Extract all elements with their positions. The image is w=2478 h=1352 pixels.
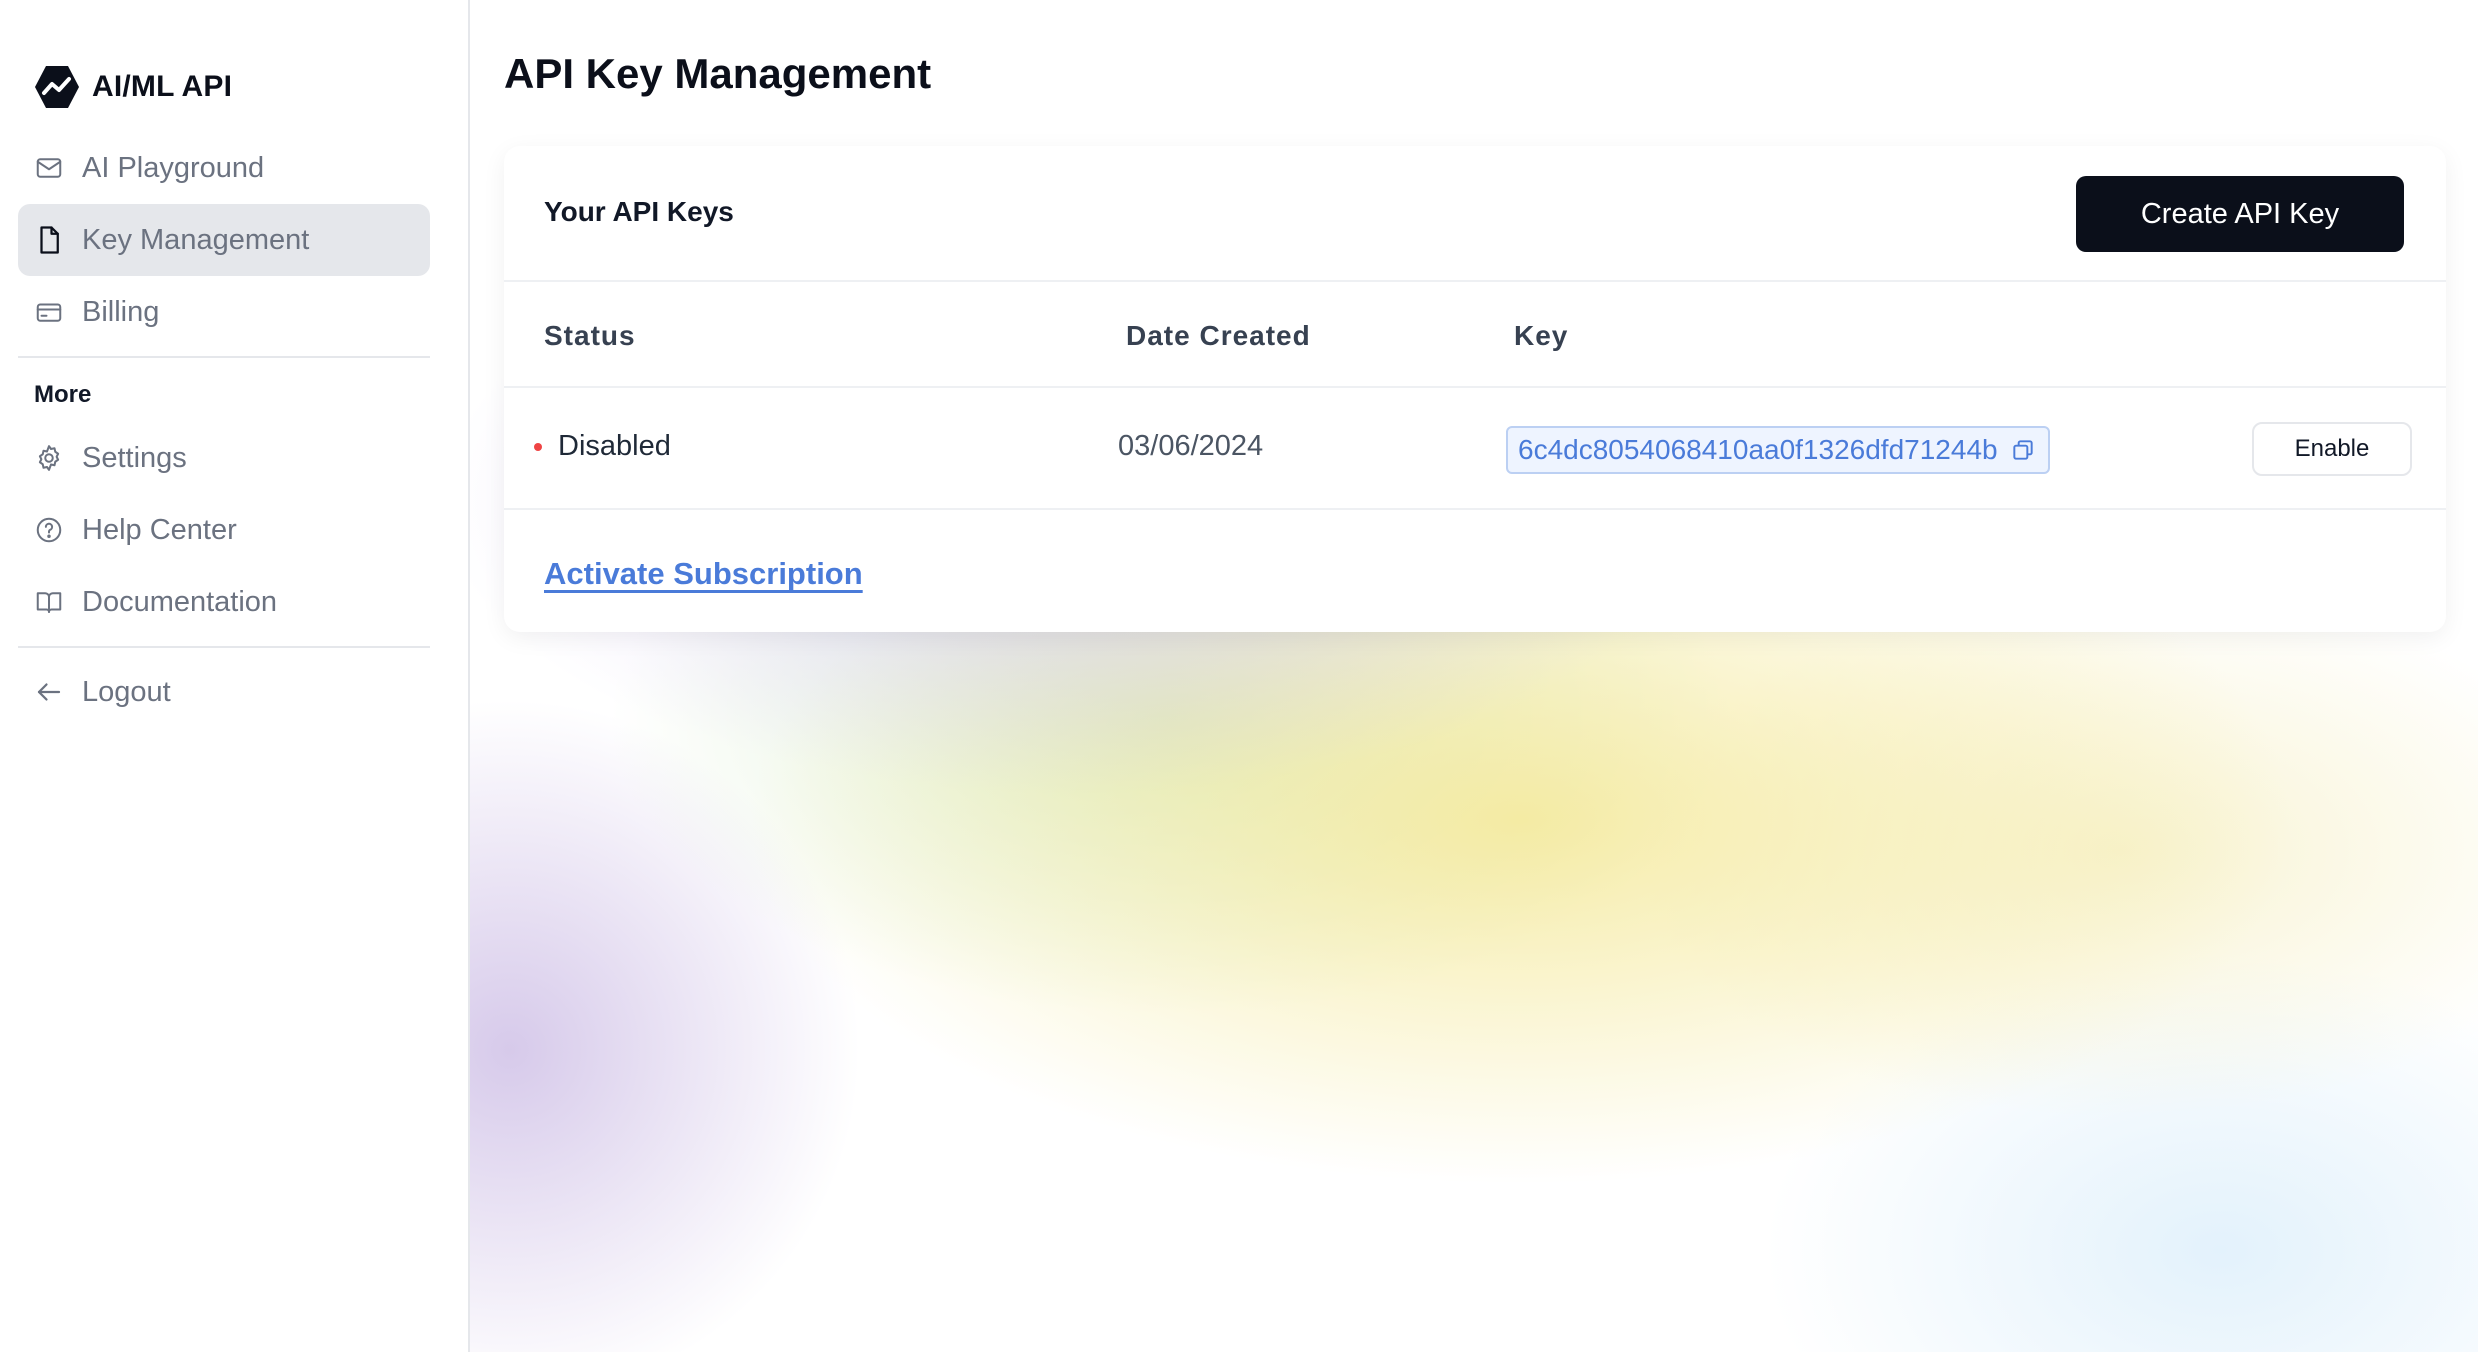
app-root: AI/ML API AI Playground Key Management B… <box>0 0 2478 1352</box>
credit-card-icon <box>34 297 64 327</box>
sidebar-item-billing[interactable]: Billing <box>18 276 430 348</box>
date-created-cell: 03/06/2024 <box>1118 430 1264 462</box>
page-title: API Key Management <box>504 50 932 97</box>
brand-name: AI/ML API <box>92 70 233 103</box>
brand[interactable]: AI/ML API <box>34 64 232 110</box>
table-header: Status Date Created Key <box>504 282 2446 388</box>
card-title: Your API Keys <box>544 196 734 227</box>
sidebar-item-settings[interactable]: Settings <box>18 422 430 494</box>
sidebar-item-key-management[interactable]: Key Management <box>18 204 430 276</box>
sidebar-divider <box>18 646 430 648</box>
sidebar-item-ai-playground[interactable]: AI Playground <box>18 132 430 204</box>
card-header: Your API Keys Create API Key <box>504 146 2446 282</box>
book-icon <box>34 587 64 617</box>
api-keys-card: Your API Keys Create API Key Status Date… <box>504 146 2446 632</box>
sidebar-divider <box>18 356 430 358</box>
gear-icon <box>34 443 64 473</box>
status-cell: Disabled <box>534 430 671 463</box>
document-icon <box>34 225 64 255</box>
mail-icon <box>34 153 64 183</box>
brand-logo-icon <box>34 64 80 110</box>
arrow-left-icon <box>34 677 64 707</box>
activate-subscription-link[interactable]: Activate Subscription <box>544 556 863 592</box>
help-circle-icon <box>34 515 64 545</box>
api-key-text: 6c4dc8054068410aa0f1326dfd71244b <box>1518 434 1998 465</box>
sidebar-item-logout[interactable]: Logout <box>18 656 430 728</box>
create-api-key-button[interactable]: Create API Key <box>2076 176 2404 252</box>
copy-icon[interactable] <box>2010 437 2036 463</box>
status-text: Disabled <box>558 430 671 462</box>
api-key-value[interactable]: 6c4dc8054068410aa0f1326dfd71244b <box>1506 426 2050 474</box>
sidebar-item-label: AI Playground <box>82 151 265 184</box>
sidebar-item-label: Settings <box>82 441 187 474</box>
main-content: API Key Management Your API Keys Create … <box>470 0 2478 1352</box>
sidebar-item-label: Help Center <box>82 513 237 546</box>
sidebar-item-label: Key Management <box>82 223 310 256</box>
enable-key-button[interactable]: Enable <box>2252 422 2412 476</box>
column-header-status: Status <box>544 320 636 351</box>
sidebar-section-more: More <box>34 381 92 408</box>
status-dot-icon <box>534 442 542 451</box>
sidebar-item-documentation[interactable]: Documentation <box>18 566 430 638</box>
sidebar-item-label: Logout <box>82 675 171 708</box>
sidebar: AI/ML API AI Playground Key Management B… <box>0 0 470 1352</box>
sidebar-item-label: Documentation <box>82 585 278 618</box>
column-header-key: Key <box>1514 320 1569 351</box>
table-row: Disabled 03/06/2024 6c4dc8054068410aa0f1… <box>504 388 2446 510</box>
sidebar-item-help-center[interactable]: Help Center <box>18 494 430 566</box>
column-header-date-created: Date Created <box>1126 320 1311 351</box>
sidebar-item-label: Billing <box>82 295 160 328</box>
